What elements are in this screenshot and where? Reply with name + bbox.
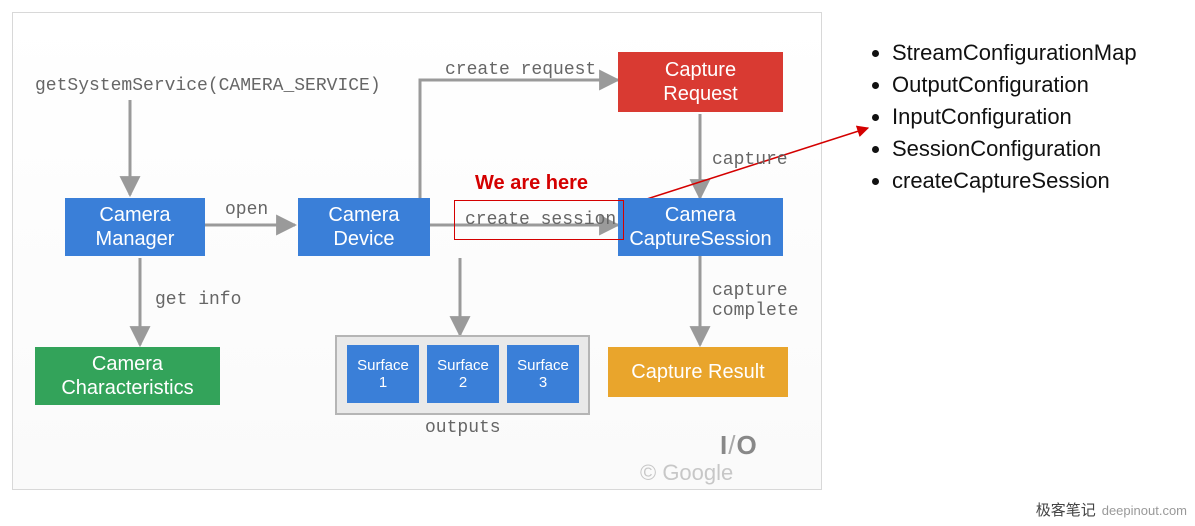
- bullet-item: StreamConfigurationMap: [892, 40, 1137, 66]
- label-outputs: outputs: [425, 418, 501, 438]
- node-surface-3: Surface 3: [507, 345, 579, 403]
- bullet-item: SessionConfiguration: [892, 136, 1137, 162]
- bullet-item: InputConfiguration: [892, 104, 1137, 130]
- label-get-system-service: getSystemService(CAMERA_SERVICE): [35, 76, 381, 96]
- bullet-item: createCaptureSession: [892, 168, 1137, 194]
- label-get-info: get info: [155, 290, 241, 310]
- io-o: O: [736, 430, 757, 460]
- node-capture-result: Capture Result: [608, 347, 788, 397]
- copyright: © Google: [640, 460, 733, 486]
- callout-box: [454, 200, 624, 240]
- label-create-request: create request: [445, 60, 596, 80]
- label-open: open: [225, 200, 268, 220]
- node-camera-manager: Camera Manager: [65, 198, 205, 256]
- watermark: 极客笔记 deepinout.com: [1036, 499, 1187, 520]
- node-surface-2: Surface 2: [427, 345, 499, 403]
- io-logo: I/O: [720, 430, 758, 461]
- watermark-domain: deepinout.com: [1102, 503, 1187, 518]
- label-capture: capture: [712, 150, 788, 170]
- bullet-item: OutputConfiguration: [892, 72, 1137, 98]
- node-capture-request: Capture Request: [618, 52, 783, 112]
- node-camera-characteristics: Camera Characteristics: [35, 347, 220, 405]
- node-camera-device: Camera Device: [298, 198, 430, 256]
- callout-we-are-here: We are here: [475, 172, 588, 195]
- node-surface-1: Surface 1: [347, 345, 419, 403]
- io-i: I: [720, 430, 728, 460]
- bullet-list: StreamConfigurationMap OutputConfigurati…: [870, 40, 1137, 200]
- node-camera-capture-session: Camera CaptureSession: [618, 198, 783, 256]
- watermark-cn: 极客笔记: [1036, 503, 1096, 519]
- label-capture-complete: capture complete: [712, 282, 798, 322]
